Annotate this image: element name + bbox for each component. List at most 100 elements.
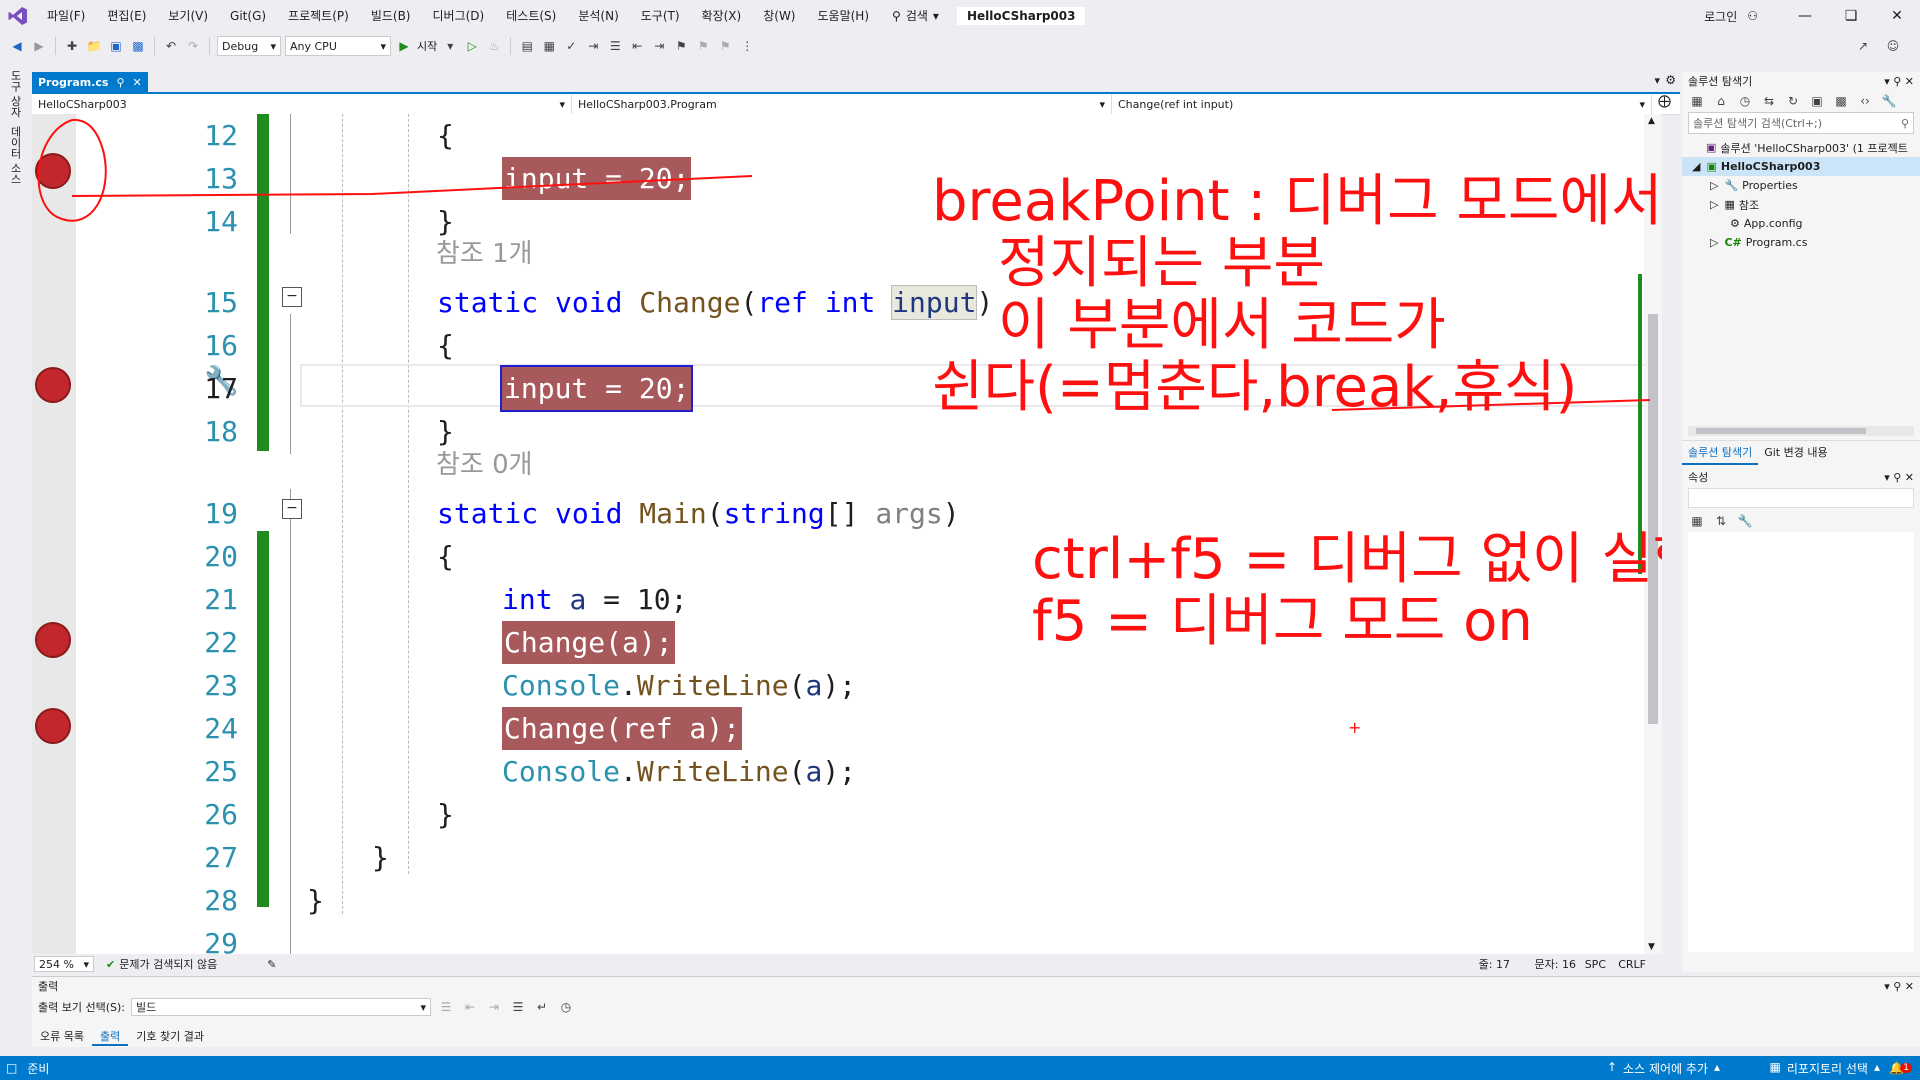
tree-item-references[interactable]: ▷ ▦ 참조 (1682, 195, 1920, 214)
tab-find-symbol-results[interactable]: 기호 찾기 결과 (128, 1026, 212, 1046)
menu-tools[interactable]: 도구(T) (630, 0, 691, 32)
close-button[interactable]: ✕ (1874, 8, 1920, 24)
open-folder-icon[interactable]: 📁 (85, 37, 103, 55)
indent-icon[interactable]: ⇤ (628, 37, 646, 55)
bookmark-icon[interactable]: ⚑ (672, 37, 690, 55)
show-all-files-icon[interactable]: ▩ (1832, 92, 1850, 110)
undo-icon[interactable]: ↶ (162, 37, 180, 55)
menu-project[interactable]: 프로젝트(P) (277, 0, 360, 32)
overflow-icon[interactable]: ⋮ (738, 37, 756, 55)
platform-select[interactable]: Any CPU ▾ (285, 36, 391, 56)
prev-bookmark-icon[interactable]: ⚑ (694, 37, 712, 55)
tab-git-changes[interactable]: Git 변경 내용 (1758, 441, 1833, 465)
hot-reload-icon[interactable]: ♨ (485, 37, 503, 55)
account-icon[interactable]: ⚇ (1747, 9, 1758, 23)
feedback-icon[interactable]: ☺ (1884, 37, 1902, 55)
collapse-arrow-icon[interactable]: ▷ (1710, 236, 1718, 249)
property-pages-icon[interactable]: 🔧 (1736, 512, 1754, 530)
menu-window[interactable]: 창(W) (752, 0, 806, 32)
configuration-select[interactable]: Debug ▾ (217, 36, 281, 56)
tree-horizontal-scrollbar[interactable] (1688, 426, 1914, 436)
menu-analyze[interactable]: 분석(N) (567, 0, 629, 32)
code-view-icon[interactable]: ‹› (1856, 92, 1874, 110)
chevron-down-icon[interactable]: ▾ (441, 37, 459, 55)
menu-test[interactable]: 테스트(S) (495, 0, 567, 32)
spell-check-icon[interactable]: ✓ (562, 37, 580, 55)
column-indicator[interactable]: 문자: 16 (1535, 956, 1576, 972)
save-all-icon[interactable]: ▩ (129, 37, 147, 55)
issues-status[interactable]: 문제가 검색되지 않음 (119, 956, 217, 972)
back-icon[interactable]: ◀ (8, 37, 26, 55)
menu-help[interactable]: 도움말(H) (807, 0, 881, 32)
next-message-icon[interactable]: ⇥ (485, 998, 503, 1016)
start-icon[interactable]: ▶ (395, 37, 413, 55)
pin-icon[interactable]: ⚲ (1893, 75, 1901, 88)
close-icon[interactable]: ✕ (1905, 471, 1914, 484)
sync-icon[interactable]: ⇆ (1760, 92, 1778, 110)
tree-solution-row[interactable]: ▣ 솔루션 'HelloCSharp003' (1 프로젝트 (1682, 138, 1920, 157)
format-icon[interactable]: ☰ (606, 37, 624, 55)
pin-icon[interactable]: ⚲ (1893, 471, 1901, 484)
clear-all-icon[interactable]: ☰ (509, 998, 527, 1016)
expand-arrow-icon[interactable]: ◢ (1692, 160, 1700, 173)
menu-git[interactable]: Git(G) (219, 0, 277, 32)
categorized-icon[interactable]: ▦ (1688, 512, 1706, 530)
tree-item-properties[interactable]: ▷ 🔧 Properties (1682, 176, 1920, 195)
pin-icon[interactable]: ⚲ (1893, 980, 1901, 993)
collapse-arrow-icon[interactable]: ▷ (1710, 198, 1718, 211)
add-to-source-control-button[interactable]: ↑ 소스 제어에 추가 ▴ (1607, 1060, 1720, 1077)
pin-icon[interactable]: ⚲ (116, 76, 124, 89)
collapse-all-icon[interactable]: ▣ (1808, 92, 1826, 110)
browse-icon[interactable]: ▤ (518, 37, 536, 55)
toolbox-tab[interactable]: 도구 상자 (7, 70, 23, 118)
new-project-icon[interactable]: ✚ (63, 37, 81, 55)
solution-search-input[interactable]: 솔루션 탐색기 검색(Ctrl+;) ⚲ (1688, 112, 1914, 134)
menu-edit[interactable]: 편집(E) (96, 0, 157, 32)
layout-icon[interactable]: ▦ (540, 37, 558, 55)
visual-studio-logo-icon[interactable] (0, 0, 36, 32)
tree-item-app-config[interactable]: ⚙ App.config (1682, 214, 1920, 233)
output-source-select[interactable]: 빌드 ▾ (130, 998, 431, 1016)
clock-icon[interactable]: ◷ (557, 998, 575, 1016)
line-indicator[interactable]: 줄: 17 (1479, 956, 1510, 972)
tree-project-row[interactable]: ◢ ▣ HelloCSharp003 (1682, 157, 1920, 176)
class-dropdown[interactable]: HelloCSharp003.Program ▾ (572, 94, 1112, 114)
chevron-down-icon[interactable]: ▾ (1654, 74, 1660, 87)
chevron-down-icon[interactable]: ▾ (1884, 980, 1890, 993)
select-repository-button[interactable]: ▦ 리포지토리 선택 ▴ (1770, 1060, 1880, 1077)
close-icon[interactable]: ✕ (1905, 75, 1914, 88)
forward-icon[interactable]: ▶ (30, 37, 48, 55)
close-icon[interactable]: ✕ (1905, 980, 1914, 993)
history-icon[interactable]: ◷ (1736, 92, 1754, 110)
properties-wrench-icon[interactable]: 🔧 (1880, 92, 1898, 110)
refresh-icon[interactable]: ↻ (1784, 92, 1802, 110)
data-sources-tab[interactable]: 데이터 소스 (7, 126, 23, 185)
split-icon[interactable]: ⨁ (1658, 94, 1671, 114)
brush-icon[interactable]: ✎ (267, 958, 276, 971)
member-dropdown[interactable]: Change(ref int input) ▾ (1112, 94, 1652, 114)
next-bookmark-icon[interactable]: ⚑ (716, 37, 734, 55)
project-dropdown[interactable]: HelloCSharp003 ▾ (32, 94, 572, 114)
gear-icon[interactable]: ⚙ (1665, 73, 1676, 87)
switch-views-icon[interactable]: ▦ (1688, 92, 1706, 110)
prev-message-icon[interactable]: ⇤ (461, 998, 479, 1016)
restore-button[interactable]: ❏ (1828, 8, 1874, 24)
tree-item-program-cs[interactable]: ▷ C# Program.cs (1682, 233, 1920, 252)
properties-object-select[interactable] (1688, 488, 1914, 508)
home-icon[interactable]: ⌂ (1712, 92, 1730, 110)
line-ending-indicator[interactable]: CRLF (1618, 958, 1646, 971)
minimize-button[interactable]: — (1782, 8, 1828, 24)
close-icon[interactable]: ✕ (133, 76, 142, 89)
collapse-arrow-icon[interactable]: ▷ (1710, 179, 1718, 192)
start-button[interactable]: 시작 (417, 38, 437, 54)
menu-extensions[interactable]: 확장(X) (691, 0, 753, 32)
whitespace-indicator[interactable]: SPC (1585, 958, 1606, 971)
menu-build[interactable]: 빌드(B) (360, 0, 422, 32)
menu-debug[interactable]: 디버그(D) (422, 0, 496, 32)
tab-program-cs[interactable]: Program.cs ⚲ ✕ (32, 72, 148, 92)
chevron-down-icon[interactable]: ▾ (1884, 75, 1890, 88)
redo-icon[interactable]: ↷ (184, 37, 202, 55)
zoom-select[interactable]: 254 % ▾ (34, 956, 94, 972)
tab-solution-explorer[interactable]: 솔루션 탐색기 (1682, 441, 1759, 465)
share-icon[interactable]: ↗ (1854, 37, 1872, 55)
